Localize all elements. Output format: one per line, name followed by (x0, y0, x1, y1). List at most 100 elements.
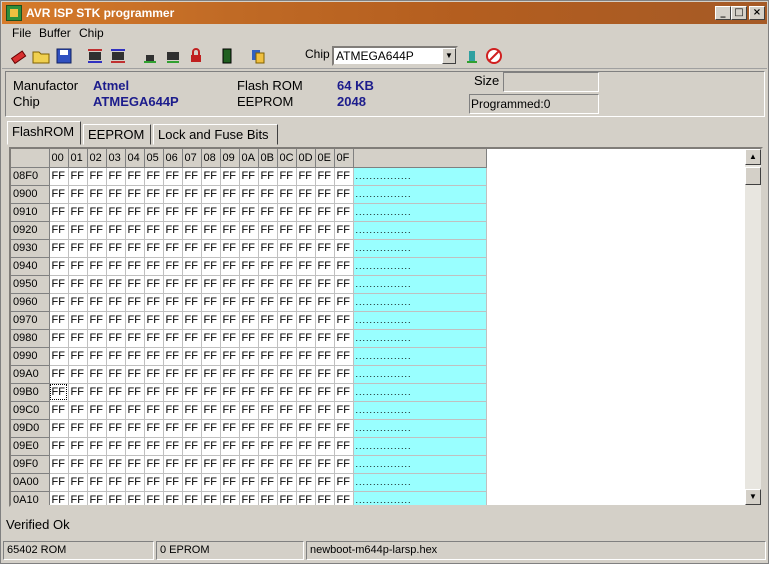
byte-cell[interactable]: FF (296, 437, 316, 456)
byte-cell[interactable]: FF (239, 437, 259, 456)
byte-cell[interactable]: FF (49, 185, 69, 204)
byte-cell[interactable]: FF (220, 473, 240, 492)
byte-cell[interactable]: FF (182, 419, 202, 438)
byte-cell[interactable]: FF (201, 491, 221, 505)
byte-cell[interactable]: FF (106, 383, 126, 402)
byte-cell[interactable]: FF (220, 419, 240, 438)
byte-cell[interactable]: FF (201, 293, 221, 312)
byte-cell[interactable]: FF (334, 311, 354, 330)
byte-cell[interactable]: FF (182, 203, 202, 222)
byte-cell[interactable]: FF (220, 221, 240, 240)
byte-cell[interactable]: FF (277, 347, 297, 366)
byte-cell[interactable]: FF (258, 167, 278, 186)
byte-cell[interactable]: FF (296, 257, 316, 276)
byte-cell[interactable]: FF (296, 185, 316, 204)
byte-cell[interactable]: FF (277, 311, 297, 330)
byte-cell[interactable]: FF (68, 419, 88, 438)
byte-cell[interactable]: FF (163, 311, 183, 330)
byte-cell[interactable]: FF (315, 167, 335, 186)
byte-cell[interactable]: FF (125, 275, 145, 294)
byte-cell[interactable]: FF (182, 275, 202, 294)
byte-cell[interactable]: FF (106, 221, 126, 240)
byte-cell[interactable]: FF (334, 275, 354, 294)
byte-cell[interactable]: FF (49, 419, 69, 438)
byte-cell[interactable]: FF (258, 473, 278, 492)
byte-cell[interactable]: FF (144, 365, 164, 384)
byte-cell[interactable]: FF (125, 221, 145, 240)
byte-cell[interactable]: FF (296, 419, 316, 438)
byte-cell[interactable]: FF (182, 455, 202, 474)
ascii-cell[interactable]: ................ (353, 293, 487, 312)
byte-cell[interactable]: FF (87, 347, 107, 366)
byte-cell[interactable]: FF (277, 383, 297, 402)
byte-cell[interactable]: FF (277, 167, 297, 186)
byte-cell[interactable]: FF (220, 383, 240, 402)
byte-cell[interactable]: FF (106, 455, 126, 474)
byte-cell[interactable]: FF (220, 293, 240, 312)
byte-cell[interactable]: FF (106, 185, 126, 204)
minimize-button[interactable]: _ (715, 6, 731, 20)
byte-cell[interactable]: FF (182, 239, 202, 258)
byte-cell[interactable]: FF (258, 311, 278, 330)
ascii-cell[interactable]: ................ (353, 365, 487, 384)
scroll-up-button[interactable]: ▲ (745, 149, 761, 165)
byte-cell[interactable]: FF (125, 419, 145, 438)
byte-cell[interactable]: FF (106, 419, 126, 438)
byte-cell[interactable]: FF (49, 473, 69, 492)
byte-cell[interactable]: FF (68, 311, 88, 330)
byte-cell[interactable]: FF (49, 401, 69, 420)
byte-cell[interactable]: FF (315, 401, 335, 420)
byte-cell[interactable]: FF (296, 239, 316, 258)
byte-cell[interactable]: FF (106, 491, 126, 505)
read-chip-icon[interactable] (86, 47, 104, 65)
byte-cell[interactable]: FF (87, 239, 107, 258)
byte-cell[interactable]: FF (49, 293, 69, 312)
byte-cell[interactable]: FF (68, 257, 88, 276)
byte-cell[interactable]: FF (182, 401, 202, 420)
byte-cell[interactable]: FF (220, 185, 240, 204)
byte-cell[interactable]: FF (258, 401, 278, 420)
byte-cell[interactable]: FF (334, 455, 354, 474)
byte-cell[interactable]: FF (68, 167, 88, 186)
byte-cell[interactable]: FF (296, 293, 316, 312)
byte-cell[interactable]: FF (334, 257, 354, 276)
byte-cell[interactable]: FF (87, 329, 107, 348)
byte-cell[interactable]: FF (220, 401, 240, 420)
ascii-cell[interactable]: ................ (353, 311, 487, 330)
byte-cell[interactable]: FF (220, 275, 240, 294)
byte-cell[interactable]: FF (106, 239, 126, 258)
ascii-cell[interactable]: ................ (353, 167, 487, 186)
byte-cell[interactable]: FF (49, 455, 69, 474)
byte-cell[interactable]: FF (315, 185, 335, 204)
byte-cell[interactable]: FF (163, 437, 183, 456)
byte-cell[interactable]: FF (125, 401, 145, 420)
byte-cell[interactable]: FF (315, 239, 335, 258)
byte-cell[interactable]: FF (315, 311, 335, 330)
byte-cell[interactable]: FF (163, 257, 183, 276)
byte-cell[interactable]: FF (315, 365, 335, 384)
byte-cell[interactable]: FF (144, 311, 164, 330)
auto-program-icon[interactable] (463, 47, 481, 65)
byte-cell[interactable]: FF (201, 239, 221, 258)
byte-cell[interactable]: FF (296, 491, 316, 505)
byte-cell[interactable]: FF (258, 365, 278, 384)
byte-cell[interactable]: FF (239, 419, 259, 438)
byte-cell[interactable]: FF (163, 275, 183, 294)
byte-cell[interactable]: FF (68, 473, 88, 492)
byte-cell[interactable]: FF (315, 473, 335, 492)
chip-green-icon[interactable] (218, 47, 236, 65)
byte-cell[interactable]: FF (315, 329, 335, 348)
byte-cell[interactable]: FF (334, 401, 354, 420)
byte-cell[interactable]: FF (315, 383, 335, 402)
byte-cell[interactable]: FF (315, 437, 335, 456)
byte-cell[interactable]: FF (315, 203, 335, 222)
byte-cell[interactable]: FF (144, 293, 164, 312)
byte-cell[interactable]: FF (106, 311, 126, 330)
byte-cell[interactable]: FF (68, 491, 88, 505)
byte-cell[interactable]: FF (144, 383, 164, 402)
title-bar[interactable]: AVR ISP STK programmer _ □ × (2, 2, 767, 24)
byte-cell[interactable]: FF (144, 239, 164, 258)
byte-cell[interactable]: FF (182, 365, 202, 384)
byte-cell[interactable]: FF (296, 383, 316, 402)
byte-cell[interactable]: FF (296, 365, 316, 384)
